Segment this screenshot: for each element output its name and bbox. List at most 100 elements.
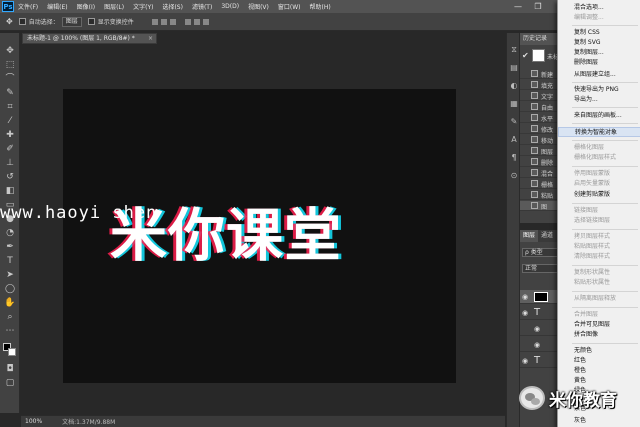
brush-panel-icon[interactable]: ✎ (509, 117, 519, 127)
menu-edit[interactable]: 编辑(E) (47, 2, 67, 11)
menu-item-duplicate-layer[interactable]: 复制图层... (558, 48, 640, 58)
menu-item-group-from-layers[interactable]: 从图层建立组... (558, 70, 640, 80)
history-brush-tool-icon[interactable]: ↺ (4, 171, 16, 183)
eye-icon[interactable]: ◉ (522, 309, 528, 317)
menu-3d[interactable]: 3D(D) (221, 3, 239, 10)
tab-layers[interactable]: 图层 (520, 230, 539, 242)
menu-item-red[interactable]: 红色 (558, 356, 640, 366)
properties-panel-icon[interactable]: ▤ (509, 63, 519, 73)
swatches-panel-icon[interactable]: ▦ (509, 99, 519, 109)
pen-tool-icon[interactable]: ✒ (4, 241, 16, 253)
menu-item-flatten-image[interactable]: 拼合图像 (558, 330, 640, 340)
menu-item-quick-export-png[interactable]: 快速导出为 PNG (558, 85, 640, 95)
menu-type[interactable]: 文字(Y) (133, 2, 153, 11)
minimize-icon[interactable]: — (510, 0, 526, 13)
quick-mask-icon[interactable]: ◘ (4, 363, 16, 375)
more-tools-icon[interactable]: ⋯ (4, 325, 16, 337)
zoom-tool-icon[interactable]: ⌕ (4, 311, 16, 323)
marquee-tool-icon[interactable]: ⬚ (4, 59, 16, 71)
history-row[interactable]: 填充 (520, 80, 560, 90)
menu-item-convert-to-smart-object[interactable]: 转换为智能对象 (558, 127, 640, 137)
history-row[interactable]: 水平 (520, 113, 560, 123)
effect-eye-icon[interactable]: ◉ (534, 341, 540, 349)
move-tool-icon[interactable]: ✥ (6, 17, 13, 26)
layer-row[interactable]: ◉ (520, 290, 560, 304)
history-panel-tab[interactable]: 历史记录 (520, 33, 560, 45)
eyedropper-tool-icon[interactable]: ⁄ (4, 115, 16, 127)
history-row[interactable]: 新建 (520, 69, 560, 79)
align-bottom-icon[interactable] (169, 18, 176, 25)
close-icon[interactable]: × (148, 34, 153, 43)
menu-item-copy-css[interactable]: 复制 CSS (558, 28, 640, 38)
restore-icon[interactable]: ❐ (530, 0, 546, 13)
quick-select-tool-icon[interactable]: ✎ (4, 87, 16, 99)
history-row[interactable]: 删除 (520, 157, 560, 167)
align-left-icon[interactable] (184, 18, 191, 25)
shape-tool-icon[interactable]: ◯ (4, 283, 16, 295)
clone-stamp-tool-icon[interactable]: ⊥ (4, 157, 16, 169)
show-transform-checkbox[interactable] (87, 18, 95, 25)
menu-item-merge-visible[interactable]: 合并可见图层 (558, 320, 640, 330)
menu-item-create-clipping-mask[interactable]: 创建剪贴蒙版 (558, 190, 640, 200)
layer-row[interactable]: ◉ (520, 338, 560, 352)
align-right-icon[interactable] (202, 18, 209, 25)
menu-item-export-as[interactable]: 导出为... (558, 95, 640, 105)
history-row-active[interactable]: 图 (520, 201, 560, 211)
auto-select-checkbox[interactable] (18, 18, 26, 25)
eye-icon[interactable]: ◉ (522, 357, 528, 365)
move-tool-icon[interactable]: ✥ (4, 45, 16, 57)
history-row[interactable]: 栅格 (520, 179, 560, 189)
menu-item-gray[interactable]: 灰色 (558, 416, 640, 426)
history-row[interactable]: 混合 (520, 168, 560, 178)
eye-icon[interactable]: ◉ (522, 293, 528, 301)
history-row[interactable]: 移动 (520, 135, 560, 145)
history-row[interactable]: 修改 (520, 124, 560, 134)
eraser-tool-icon[interactable]: ◧ (4, 185, 16, 197)
menu-select[interactable]: 选择(S) (162, 2, 183, 11)
type-tool-icon[interactable]: T (4, 255, 16, 267)
layer-filter-dropdown[interactable]: ρ 类型 (522, 248, 558, 257)
menu-window[interactable]: 窗口(W) (278, 2, 301, 11)
history-row[interactable]: 粘贴 (520, 190, 560, 200)
menu-item-copy-svg[interactable]: 复制 SVG (558, 38, 640, 48)
history-row[interactable]: 自由 (520, 102, 560, 112)
align-middle-icon[interactable] (160, 18, 167, 25)
paragraph-panel-icon[interactable]: ¶ (509, 153, 519, 163)
lasso-tool-icon[interactable]: ⌒ (4, 73, 16, 85)
history-snapshot[interactable]: ✔ 未标题-1 (522, 49, 571, 63)
styles-panel-icon[interactable]: ⊙ (509, 171, 519, 181)
menu-image[interactable]: 图像(I) (77, 2, 95, 11)
document-tab[interactable]: 未标题-1 @ 100% (图层 1, RGB/8#) * × (22, 33, 157, 44)
blend-mode-dropdown[interactable]: 正常 (522, 264, 558, 273)
character-panel-icon[interactable]: A (509, 135, 519, 145)
background-color-swatch[interactable] (8, 348, 16, 356)
menu-help[interactable]: 帮助(H) (310, 2, 331, 11)
layer-row[interactable]: ◉ T (520, 354, 560, 368)
hand-tool-icon[interactable]: ✋ (4, 297, 16, 309)
zoom-level[interactable]: 100% (25, 418, 42, 425)
history-panel-icon[interactable]: ⧖ (509, 45, 519, 55)
align-top-icon[interactable] (151, 18, 158, 25)
tab-channels[interactable]: 通道 (538, 230, 556, 242)
dodge-tool-icon[interactable]: ◔ (4, 227, 16, 239)
healing-brush-tool-icon[interactable]: ✚ (4, 129, 16, 141)
menu-layer[interactable]: 图层(L) (104, 2, 124, 11)
layer-row[interactable]: ◉ (520, 322, 560, 336)
menu-filter[interactable]: 滤镜(T) (192, 2, 212, 11)
menu-item-delete-layer[interactable]: 删除图层 (558, 58, 640, 68)
menu-file[interactable]: 文件(F) (18, 2, 38, 11)
brush-tool-icon[interactable]: ✐ (4, 143, 16, 155)
adjustments-panel-icon[interactable]: ◐ (509, 81, 519, 91)
history-row[interactable]: 文字 (520, 91, 560, 101)
menu-item-artboard-from-layers[interactable]: 来自图层的画板... (558, 111, 640, 121)
align-center-icon[interactable] (193, 18, 200, 25)
layer-row[interactable]: ◉ T (520, 306, 560, 320)
menu-item-no-color[interactable]: 无颜色 (558, 346, 640, 356)
auto-select-dropdown[interactable]: 图层 (61, 16, 82, 27)
menu-item-orange[interactable]: 橙色 (558, 366, 640, 376)
effect-eye-icon[interactable]: ◉ (534, 325, 540, 333)
path-select-tool-icon[interactable]: ➤ (4, 269, 16, 281)
history-row[interactable]: 图层 (520, 146, 560, 156)
crop-tool-icon[interactable]: ⌗ (4, 101, 16, 113)
screen-mode-icon[interactable]: ▢ (4, 377, 16, 389)
